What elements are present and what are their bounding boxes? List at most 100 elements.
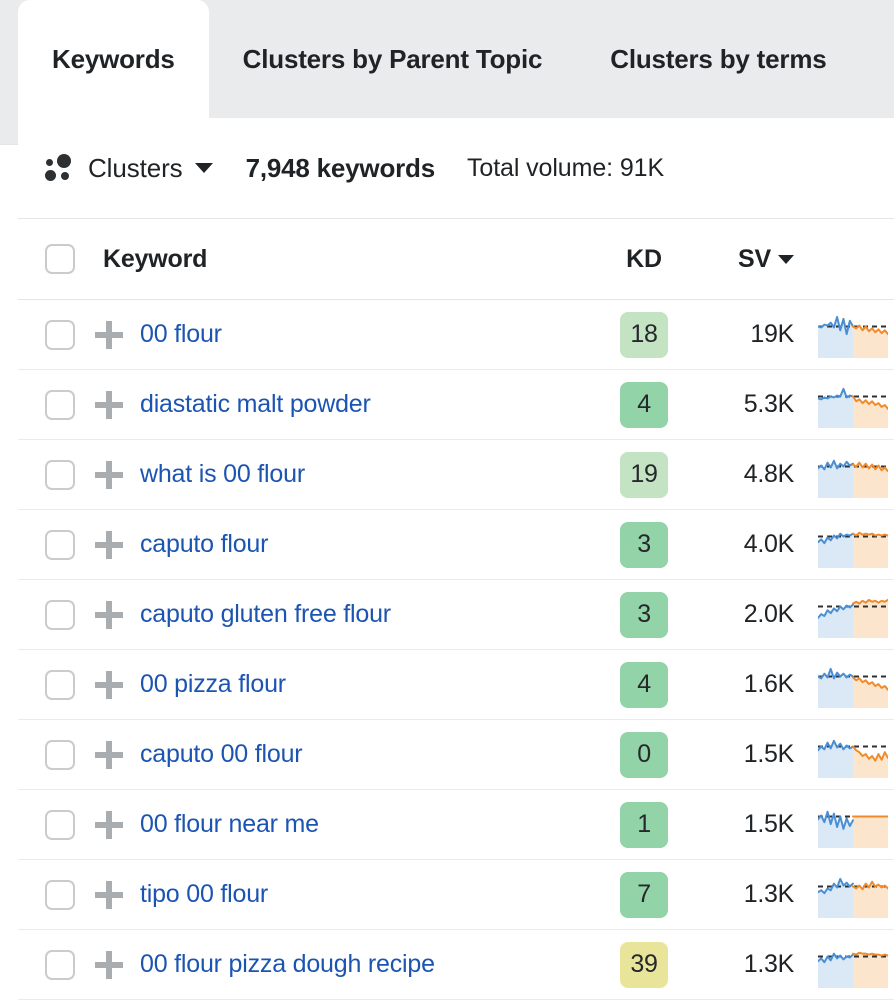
row-checkbox[interactable] [45,880,75,910]
tab-keywords[interactable]: Keywords [18,0,209,118]
kd-cell: 4 [598,382,690,428]
kd-cell: 19 [598,452,690,498]
add-keyword-plus-icon[interactable] [95,741,123,769]
keyword-link[interactable]: caputo 00 flour [140,740,598,769]
search-volume-value: 1.5K [690,740,794,769]
tab-clusters-by-parent-topic[interactable]: Clusters by Parent Topic [209,0,577,118]
table-row: caputo gluten free flour32.0K [18,580,894,650]
sparkline-chart[interactable] [818,522,888,568]
table-row: tipo 00 flour71.3K [18,860,894,930]
keywords-explorer-page: Keywords Clusters by Parent Topic Clusters… [0,0,894,1004]
kd-badge: 18 [620,312,668,358]
add-keyword-plus-icon[interactable] [95,461,123,489]
add-keyword-plus-icon[interactable] [95,531,123,559]
trend-cell [794,592,894,638]
table-row: 00 flour1819K [18,300,894,370]
row-checkbox[interactable] [45,460,75,490]
trend-cell [794,942,894,988]
left-gutter-top [0,0,18,144]
column-header-kd[interactable]: KD [598,245,690,274]
kd-cell: 39 [598,942,690,988]
search-volume-value: 4.8K [690,460,794,489]
sparkline-chart[interactable] [818,662,888,708]
add-keyword-plus-icon[interactable] [95,881,123,909]
keyword-link[interactable]: 00 flour [140,320,598,349]
tab-label: Clusters by Parent Topic [243,44,543,75]
row-checkbox[interactable] [45,670,75,700]
table-row: diastatic malt powder45.3K [18,370,894,440]
trend-cell [794,382,894,428]
kd-cell: 3 [598,522,690,568]
kd-badge: 19 [620,452,668,498]
column-header-sv-label: SV [738,245,771,274]
keyword-link[interactable]: 00 flour pizza dough recipe [140,950,598,979]
kd-cell: 18 [598,312,690,358]
results-toolbar: Clusters 7,948 keywords Total volume: 91… [18,118,894,218]
trend-cell [794,662,894,708]
row-checkbox[interactable] [45,320,75,350]
sparkline-chart[interactable] [818,382,888,428]
tab-bar: Keywords Clusters by Parent Topic Clusters… [18,0,894,118]
add-keyword-plus-icon[interactable] [95,671,123,699]
table-row: caputo 00 flour 0 1.5K [18,720,894,790]
table-header: Keyword KD SV [18,218,894,300]
select-all-checkbox[interactable] [45,244,75,274]
add-keyword-plus-icon[interactable] [95,601,123,629]
tab-clusters-by-terms[interactable]: Clusters by terms [576,0,860,118]
row-checkbox[interactable] [45,600,75,630]
kd-badge: 0 [620,732,668,778]
kd-cell: 3 [598,592,690,638]
keyword-link[interactable]: caputo flour [140,530,598,559]
add-keyword-plus-icon[interactable] [95,321,123,349]
total-volume: Total volume: 91K [467,154,664,183]
search-volume-value: 4.0K [690,530,794,559]
sparkline-chart[interactable] [818,592,888,638]
row-checkbox[interactable] [45,390,75,420]
keyword-table-body: 00 flour1819Kdiastatic malt powder45.3Kw… [18,300,894,1000]
add-keyword-plus-icon[interactable] [95,391,123,419]
keyword-link[interactable]: 00 pizza flour [140,670,598,699]
sparkline-chart[interactable] [818,452,888,498]
kd-cell: 7 [598,872,690,918]
add-keyword-plus-icon[interactable] [95,951,123,979]
chevron-down-icon[interactable] [195,163,213,173]
sparkline-chart[interactable] [818,312,888,358]
kd-cell: 0 [598,732,690,778]
trend-cell [794,732,894,778]
keyword-count: 7,948 keywords [246,153,435,184]
sparkline-chart[interactable] [818,942,888,988]
sparkline-chart[interactable] [818,802,888,848]
kd-badge: 3 [620,522,668,568]
search-volume-value: 5.3K [690,390,794,419]
kd-cell: 1 [598,802,690,848]
keyword-link[interactable]: tipo 00 flour [140,880,598,909]
trend-cell [794,452,894,498]
trend-cell [794,872,894,918]
kd-badge: 39 [620,942,668,988]
keyword-link[interactable]: 00 flour near me [140,810,598,839]
keyword-link[interactable]: what is 00 flour [140,460,598,489]
trend-cell [794,312,894,358]
table-row: what is 00 flour 19 4.8K [18,440,894,510]
results-panel: Clusters 7,948 keywords Total volume: 91… [18,118,894,1004]
search-volume-value: 1.5K [690,810,794,839]
column-header-keyword[interactable]: Keyword [103,245,598,274]
clusters-dots-icon [45,154,75,182]
column-header-sv[interactable]: SV [690,245,794,274]
row-checkbox[interactable] [45,810,75,840]
tab-label: Clusters by terms [610,44,826,75]
row-checkbox[interactable] [45,530,75,560]
table-row: 00 pizza flour41.6K [18,650,894,720]
table-row: 00 flour near me 1 1.5K [18,790,894,860]
kd-badge: 1 [620,802,668,848]
add-keyword-plus-icon[interactable] [95,811,123,839]
keyword-link[interactable]: diastatic malt powder [140,390,598,419]
kd-badge: 7 [620,872,668,918]
kd-badge: 4 [620,662,668,708]
sparkline-chart[interactable] [818,732,888,778]
row-checkbox[interactable] [45,950,75,980]
sparkline-chart[interactable] [818,872,888,918]
keyword-link[interactable]: caputo gluten free flour [140,600,598,629]
clusters-dropdown-label[interactable]: Clusters [88,153,183,184]
row-checkbox[interactable] [45,740,75,770]
